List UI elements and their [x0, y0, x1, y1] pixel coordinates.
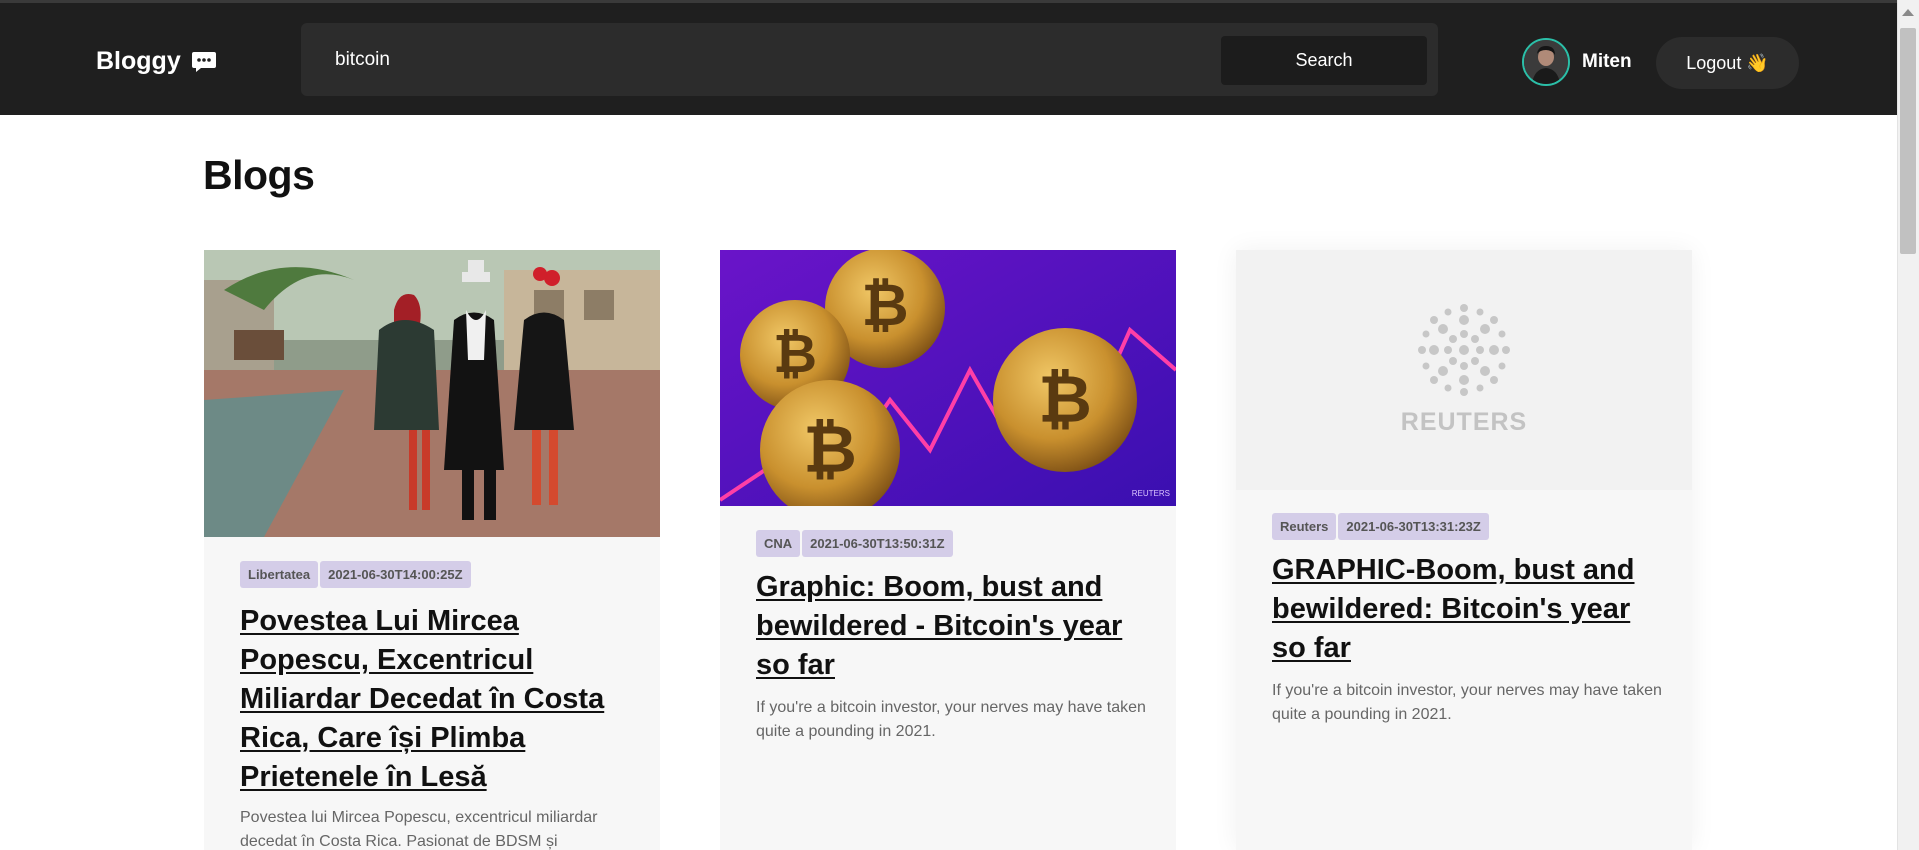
blog-card: ₿ ₿ ₿ ₿ REUTERS CNA 2021-06-30T13:50:31Z…: [720, 250, 1176, 850]
blog-card: Libertatea 2021-06-30T14:00:25Z Povestea…: [204, 250, 660, 850]
brand-logo[interactable]: Bloggy: [96, 47, 217, 76]
blog-card-image[interactable]: [204, 250, 660, 537]
blog-card-tags: CNA 2021-06-30T13:50:31Z: [756, 530, 953, 557]
username: Miten: [1582, 51, 1632, 72]
blog-card-title-link[interactable]: Povestea Lui Mircea Popescu, Excentricul…: [240, 602, 640, 797]
brand-name: Bloggy: [96, 47, 181, 75]
search-input[interactable]: [335, 41, 1195, 79]
svg-text:₿: ₿: [1038, 361, 1092, 438]
logout-button[interactable]: Logout 👋: [1656, 37, 1799, 89]
image-watermark: REUTERS: [1132, 489, 1170, 498]
blog-card-title-link[interactable]: GRAPHIC-Boom, bust and bewildered: Bitco…: [1272, 551, 1672, 668]
source-badge: Libertatea: [240, 561, 319, 588]
date-badge: 2021-06-30T13:31:23Z: [1338, 513, 1489, 540]
date-badge: 2021-06-30T14:00:25Z: [320, 561, 471, 588]
blog-card-tags: Libertatea 2021-06-30T14:00:25Z: [240, 561, 471, 588]
avatar: [1522, 38, 1570, 86]
source-badge: Reuters: [1272, 513, 1337, 540]
source-badge: CNA: [756, 530, 801, 557]
blog-card-image[interactable]: ₿ ₿ ₿ ₿ REUTERS: [720, 250, 1176, 506]
page-title: Blogs: [203, 152, 315, 198]
reuters-logo-text: REUTERS: [1401, 408, 1527, 436]
reuters-logo: REUTERS: [1401, 304, 1527, 436]
scroll-up-arrow-icon[interactable]: [1902, 9, 1914, 16]
blog-card-image[interactable]: REUTERS: [1236, 250, 1692, 490]
date-badge: 2021-06-30T13:50:31Z: [802, 530, 953, 557]
chat-bubble-icon: [191, 51, 217, 73]
blog-card-description: If you're a bitcoin investor, your nerve…: [756, 699, 1146, 740]
user-profile[interactable]: Miten: [1522, 38, 1632, 86]
navbar: Bloggy Search Miten Logout 👋: [0, 3, 1897, 115]
svg-text:₿: ₿: [861, 271, 908, 339]
svg-text:₿: ₿: [803, 411, 857, 488]
scrollbar-thumb[interactable]: [1900, 28, 1916, 254]
search-button[interactable]: Search: [1221, 36, 1427, 85]
blog-card-title-link[interactable]: Graphic: Boom, bust and bewildered - Bit…: [756, 568, 1156, 685]
blog-card-tags: Reuters 2021-06-30T13:31:23Z: [1272, 513, 1489, 540]
blog-card-description: If you're a bitcoin investor, your nerve…: [1272, 682, 1662, 723]
search-bar: Search: [301, 23, 1438, 96]
blog-card: REUTERS Reuters 2021-06-30T13:31:23Z GRA…: [1236, 250, 1692, 850]
svg-text:₿: ₿: [773, 322, 817, 385]
blog-card-description: Povestea lui Mircea Popescu, excentricul…: [240, 809, 598, 850]
